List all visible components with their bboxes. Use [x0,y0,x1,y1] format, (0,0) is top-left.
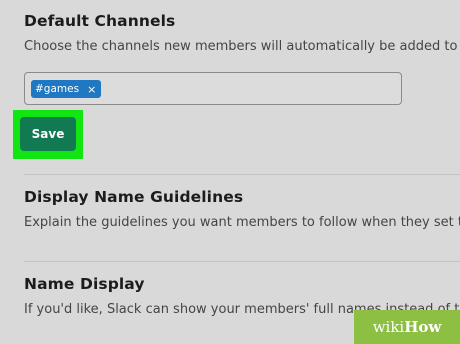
remove-tag-icon[interactable]: × [87,84,96,95]
watermark-text-wiki: wiki [372,318,405,336]
channel-picker-input[interactable]: #games × [24,72,402,105]
display-name-guidelines-section: Display Name Guidelines Explain the guid… [24,188,460,230]
section-divider [24,261,460,262]
default-channels-heading: Default Channels [24,12,176,30]
channel-tag-games: #games × [31,80,102,98]
default-channels-section: Default Channels Choose the channels new… [24,12,460,54]
name-display-heading: Name Display [24,275,145,293]
channel-tag-label: #games [35,83,80,95]
display-name-guidelines-description: Explain the guidelines you want members … [24,215,460,230]
section-divider [24,174,460,175]
wikihow-watermark: wiki How [354,310,460,344]
display-name-guidelines-heading: Display Name Guidelines [24,188,244,206]
default-channels-description: Choose the channels new members will aut… [24,39,460,54]
save-button[interactable]: Save [20,117,76,151]
watermark-text-how: How [404,318,442,336]
